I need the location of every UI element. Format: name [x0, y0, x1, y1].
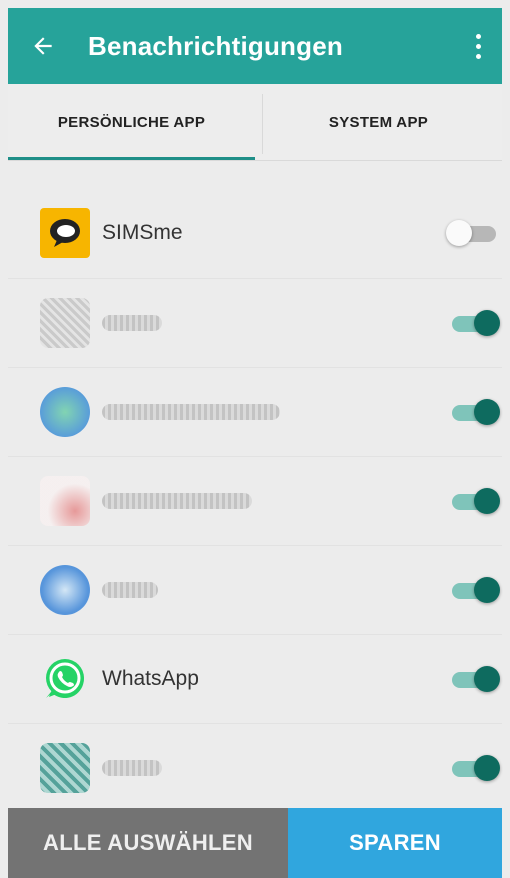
tab-divider	[262, 94, 263, 154]
arrow-back-icon	[34, 37, 52, 55]
select-all-button[interactable]: ALLE AUSWÄHLEN	[8, 808, 288, 878]
app-name-redacted	[102, 582, 158, 598]
save-button[interactable]: SPAREN	[288, 808, 502, 878]
list-item[interactable]	[8, 457, 502, 546]
tab-bar: PERSÖNLICHE APP SYSTEM APP	[8, 84, 502, 161]
list-item[interactable]	[8, 546, 502, 635]
notification-toggle[interactable]	[446, 755, 500, 781]
app-icon	[40, 387, 90, 437]
notification-toggle[interactable]	[446, 220, 500, 246]
notification-toggle[interactable]	[446, 399, 500, 425]
simsme-icon	[40, 208, 90, 258]
app-icon	[40, 298, 90, 348]
app-name-redacted	[102, 315, 162, 331]
list-item[interactable]	[8, 279, 502, 368]
action-footer: ALLE AUSWÄHLEN SPAREN	[8, 808, 502, 878]
back-button[interactable]	[8, 8, 78, 84]
app-icon	[40, 743, 90, 793]
tab-personal-apps[interactable]: PERSÖNLICHE APP	[8, 84, 255, 160]
list-item[interactable]: WhatsApp	[8, 635, 502, 724]
list-item[interactable]	[8, 368, 502, 457]
more-options-button[interactable]	[454, 8, 502, 84]
whatsapp-icon	[43, 657, 87, 701]
app-name-redacted	[102, 404, 280, 420]
list-item[interactable]	[8, 724, 502, 812]
list-item[interactable]: SIMSme	[8, 188, 502, 279]
tab-system-apps[interactable]: SYSTEM APP	[255, 84, 502, 160]
notification-toggle[interactable]	[446, 488, 500, 514]
more-vert-icon	[475, 33, 481, 39]
page-title: Benachrichtigungen	[88, 30, 343, 61]
app-icon	[40, 565, 90, 615]
app-name: SIMSme	[102, 221, 183, 244]
app-list: SIMSme WhatsApp	[8, 188, 502, 812]
app-name-redacted	[102, 493, 252, 509]
app-icon	[40, 476, 90, 526]
notification-toggle[interactable]	[446, 577, 500, 603]
notification-toggle[interactable]	[446, 310, 500, 336]
app-bar: Benachrichtigungen	[8, 8, 502, 84]
notification-toggle[interactable]	[446, 666, 500, 692]
app-name: WhatsApp	[102, 667, 199, 690]
app-name-redacted	[102, 760, 162, 776]
